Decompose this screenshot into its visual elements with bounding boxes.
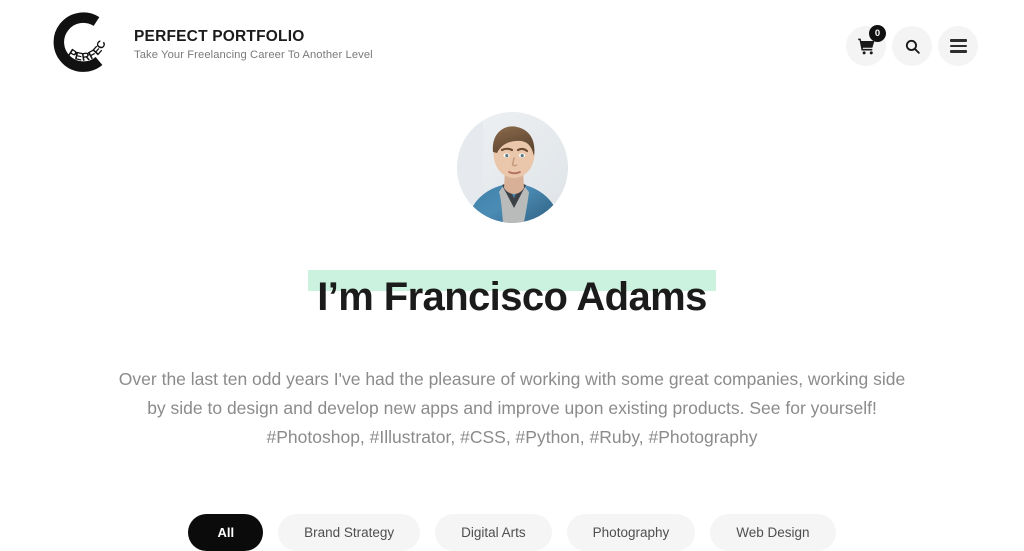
portfolio-filter-bar: All Brand Strategy Digital Arts Photogra… xyxy=(0,513,1024,551)
menu-button[interactable] xyxy=(938,26,978,66)
skill-tags: #Photoshop, #Illustrator, #CSS, #Python,… xyxy=(266,426,758,447)
filter-photography[interactable]: Photography xyxy=(566,513,696,551)
filter-brand-strategy[interactable]: Brand Strategy xyxy=(278,513,421,551)
headline-text: I’m Francisco Adams xyxy=(317,274,707,319)
brand-title: PERFECT PORTFOLIO xyxy=(134,28,305,46)
search-button[interactable] xyxy=(892,26,932,66)
hero-section: I’m Francisco Adams Over the last ten od… xyxy=(0,92,1024,551)
header-actions: 0 xyxy=(846,25,978,66)
cart-button[interactable]: 0 xyxy=(846,25,886,66)
search-icon xyxy=(904,38,921,55)
filter-web-design[interactable]: Web Design xyxy=(710,513,836,551)
site-header: PERFECT PERFECT PORTFOLIO Take Your Free… xyxy=(0,0,1024,92)
brand-logo-link[interactable]: PERFECT PERFECT PORTFOLIO Take Your Free… xyxy=(52,12,373,80)
headline-wrap: I’m Francisco Adams xyxy=(0,243,1024,348)
bio-paragraph: Over the last ten odd years I've had the… xyxy=(118,368,906,418)
cart-count-badge: 0 xyxy=(869,25,886,42)
filter-digital-arts[interactable]: Digital Arts xyxy=(435,513,552,551)
filter-all[interactable]: All xyxy=(188,513,264,551)
hamburger-menu-icon xyxy=(949,39,967,53)
brand-text-block: PERFECT PORTFOLIO Take Your Freelancing … xyxy=(134,28,373,63)
perfect-circle-logo-icon: PERFECT xyxy=(52,12,120,80)
brand-tagline: Take Your Freelancing Career To Another … xyxy=(134,49,373,62)
page-title: I’m Francisco Adams xyxy=(308,269,716,321)
avatar xyxy=(456,112,568,223)
